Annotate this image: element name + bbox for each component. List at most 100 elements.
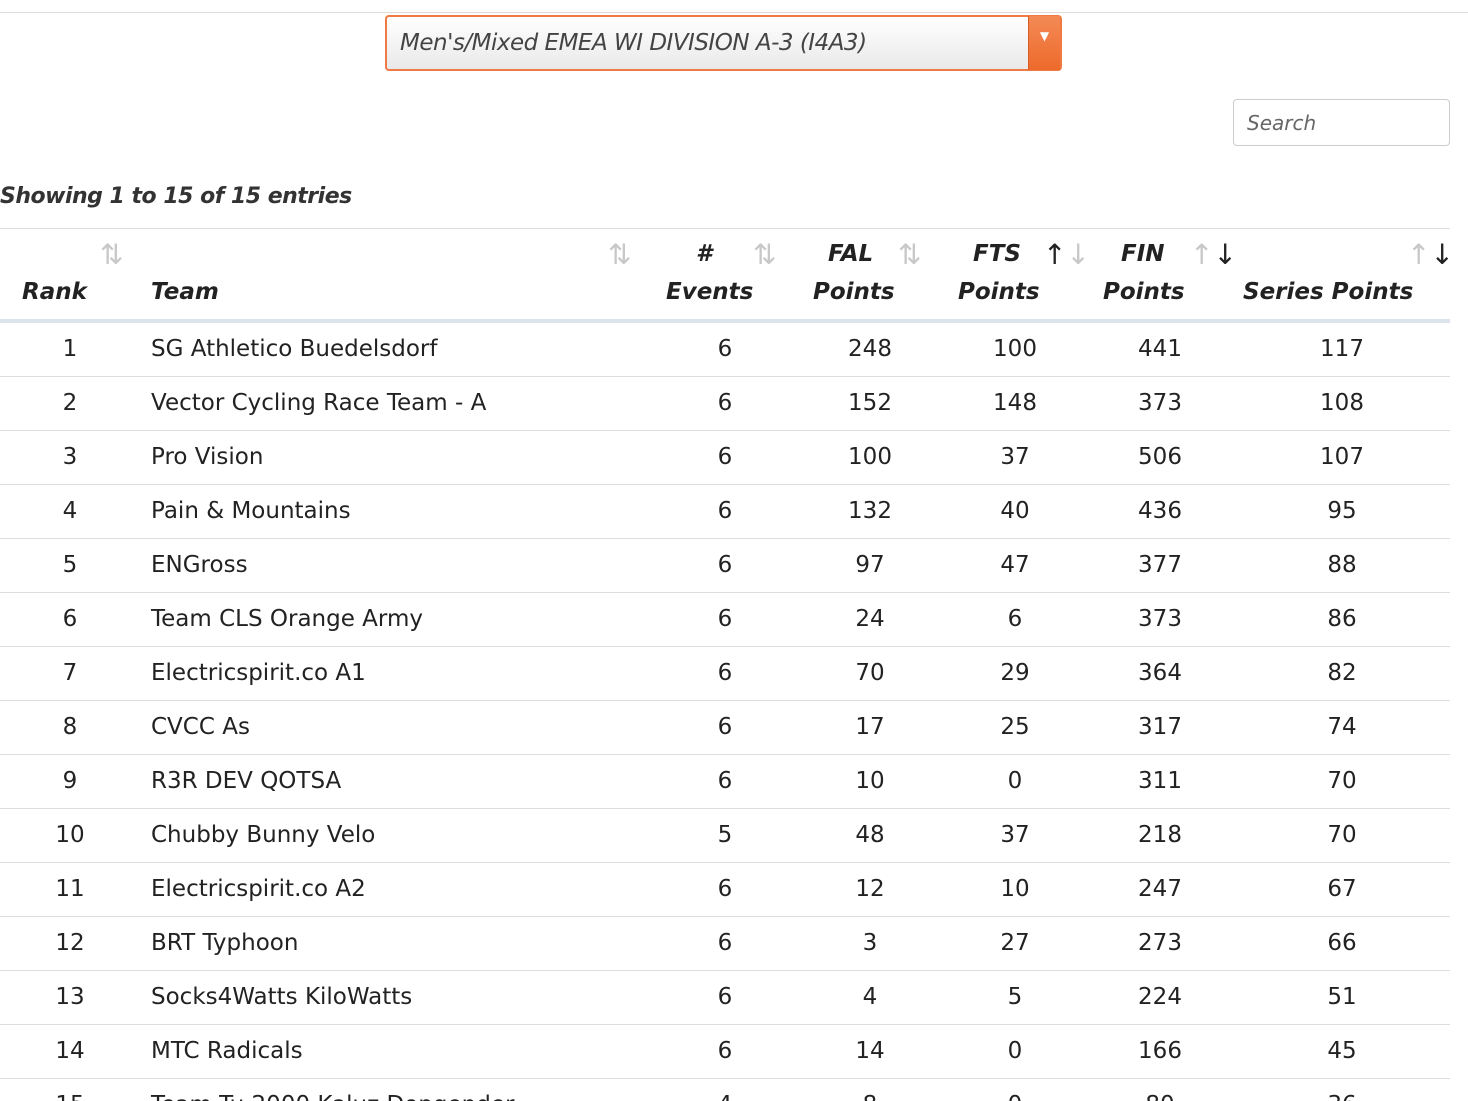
cell-events: 6 xyxy=(717,768,733,794)
cell-rank: 1 xyxy=(62,336,78,362)
column-header-fin-points[interactable]: FIN Points ↑↓ xyxy=(1080,229,1237,319)
cell-fts-points: 29 xyxy=(1000,660,1030,686)
top-divider xyxy=(0,12,1468,13)
cell-events: 6 xyxy=(717,660,733,686)
cell-series-points: 117 xyxy=(1320,336,1364,362)
cell-rank: 4 xyxy=(62,498,78,524)
table-row[interactable]: 13 Socks4Watts KiloWatts 6 4 5 224 51 xyxy=(0,971,1450,1025)
column-label-team: Team xyxy=(151,279,219,305)
sort-desc-icon: ↑↓ xyxy=(1407,237,1454,273)
table-row[interactable]: 3 Pro Vision 6 100 37 506 107 xyxy=(0,431,1450,485)
table-row[interactable]: 5 ENGross 6 97 47 377 88 xyxy=(0,539,1450,593)
column-label-events-line1: # xyxy=(696,241,713,267)
cell-fal-points: 70 xyxy=(855,660,885,686)
table-row[interactable]: 4 Pain & Mountains 6 132 40 436 95 xyxy=(0,485,1450,539)
cell-fin-points: 506 xyxy=(1138,444,1182,470)
column-label-fin-line2: Points xyxy=(1103,279,1185,305)
cell-fal-points: 248 xyxy=(848,336,892,362)
column-label-fts-line1: FTS xyxy=(973,241,1021,267)
cell-fts-points: 148 xyxy=(993,390,1037,416)
cell-rank: 9 xyxy=(62,768,78,794)
cell-team: BRT Typhoon xyxy=(151,930,299,956)
table-row[interactable]: 7 Electricspirit.co A1 6 70 29 364 82 xyxy=(0,647,1450,701)
cell-fal-points: 24 xyxy=(855,606,885,632)
cell-events: 6 xyxy=(717,1038,733,1064)
cell-fts-points: 37 xyxy=(1000,822,1030,848)
cell-rank: 12 xyxy=(55,930,85,956)
cell-series-points: 67 xyxy=(1327,876,1357,902)
column-header-fal-points[interactable]: FAL Points ⇅ xyxy=(790,229,935,319)
column-header-fts-points[interactable]: FTS Points ↑↓ xyxy=(935,229,1090,319)
column-label-fal-line1: FAL xyxy=(828,241,874,267)
sort-unsorted-icon: ⇅ xyxy=(898,238,922,271)
cell-fin-points: 373 xyxy=(1138,390,1182,416)
cell-team: Pro Vision xyxy=(151,444,264,470)
cell-team: Electricspirit.co A1 xyxy=(151,660,366,686)
cell-events: 5 xyxy=(717,822,733,848)
standings-page: Men's/Mixed EMEA WI DIVISION A-3 (I4A3) … xyxy=(0,0,1468,1101)
cell-series-points: 51 xyxy=(1327,984,1357,1010)
cell-fts-points: 37 xyxy=(1000,444,1030,470)
cell-fts-points: 25 xyxy=(1000,714,1030,740)
cell-rank: 5 xyxy=(62,552,78,578)
table-row[interactable]: 15Team Tu 2000 Kaluz Dopgender4808036 xyxy=(0,1079,1450,1101)
sort-unsorted-icon: ⇅ xyxy=(608,238,632,271)
cell-rank: 6 xyxy=(62,606,78,632)
cell-rank: 13 xyxy=(55,984,85,1010)
cell-fts-points: 6 xyxy=(1007,606,1023,632)
arrow-up-icon: ↑ xyxy=(1407,238,1431,271)
column-header-series-points[interactable]: Series Points ↑↓ xyxy=(1230,229,1454,319)
cell-team: SG Athletico Buedelsdorf xyxy=(151,336,438,362)
table-body: 1 SG Athletico Buedelsdorf 6 248 100 441 117 2 V… xyxy=(0,323,1450,1101)
column-header-rank[interactable]: Rank ⇅ xyxy=(0,229,140,319)
cell-fal-points: 152 xyxy=(848,390,892,416)
table-row[interactable]: 11 Electricspirit.co A2 6 12 10 247 67 xyxy=(0,863,1450,917)
cell-events: 6 xyxy=(717,876,733,902)
division-select[interactable]: Men's/Mixed EMEA WI DIVISION A-3 (I4A3) … xyxy=(385,15,1062,71)
table-row[interactable]: 12 BRT Typhoon 6 3 27 273 66 xyxy=(0,917,1450,971)
table-row[interactable]: 14 MTC Radicals 6 14 0 166 45 xyxy=(0,1025,1450,1079)
cell-series-points: 74 xyxy=(1327,714,1357,740)
table-row[interactable]: 6 Team CLS Orange Army 6 24 6 373 86 xyxy=(0,593,1450,647)
cell-fal-points: 12 xyxy=(855,876,885,902)
column-label-fin-line1: FIN xyxy=(1121,241,1165,267)
cell-fin-points: 166 xyxy=(1138,1038,1182,1064)
table-row[interactable]: 2 Vector Cycling Race Team - A 6 152 148 373 1… xyxy=(0,377,1450,431)
cell-events: 6 xyxy=(717,390,733,416)
column-label-series-points: Series Points xyxy=(1243,279,1414,305)
cell-fin-points: 377 xyxy=(1138,552,1182,578)
cell-fin-points: 80 xyxy=(1085,1079,1235,1101)
cell-fts-points: 47 xyxy=(1000,552,1030,578)
cell-series-points: 70 xyxy=(1327,768,1357,794)
cell-events: 6 xyxy=(717,444,733,470)
column-label-rank: Rank xyxy=(22,279,87,305)
column-header-team[interactable]: Team ⇅ xyxy=(140,229,640,319)
dropdown-arrow-button[interactable]: ▼ xyxy=(1028,16,1060,70)
cell-rank: 14 xyxy=(55,1038,85,1064)
cell-fts-points: 0 xyxy=(1007,768,1023,794)
cell-fal-points: 4 xyxy=(862,984,878,1010)
cell-events: 6 xyxy=(717,984,733,1010)
search-input[interactable] xyxy=(1233,99,1450,146)
cell-fal-points: 3 xyxy=(862,930,878,956)
cell-fin-points: 247 xyxy=(1138,876,1182,902)
table-row[interactable]: 9 R3R DEV QOTSA 6 10 0 311 70 xyxy=(0,755,1450,809)
cell-team: Electricspirit.co A2 xyxy=(151,876,366,902)
cell-fts-points: 5 xyxy=(1007,984,1023,1010)
arrow-up-icon: ↑ xyxy=(1043,238,1067,271)
cell-fin-points: 317 xyxy=(1138,714,1182,740)
cell-series-points: 108 xyxy=(1320,390,1364,416)
cell-fts-points: 100 xyxy=(993,336,1037,362)
column-header-events[interactable]: # Events ⇅ xyxy=(640,229,790,319)
cell-team: MTC Radicals xyxy=(151,1038,303,1064)
table-row[interactable]: 10 Chubby Bunny Velo 5 48 37 218 70 xyxy=(0,809,1450,863)
column-label-fts-line2: Points xyxy=(958,279,1040,305)
cell-team: Chubby Bunny Velo xyxy=(151,822,376,848)
cell-series-points: 66 xyxy=(1327,930,1357,956)
cell-fal-points: 48 xyxy=(855,822,885,848)
table-row[interactable]: 1 SG Athletico Buedelsdorf 6 248 100 441 117 xyxy=(0,323,1450,377)
cell-events: 6 xyxy=(717,336,733,362)
cell-series-points: 82 xyxy=(1327,660,1357,686)
cell-fin-points: 364 xyxy=(1138,660,1182,686)
table-row[interactable]: 8 CVCC As 6 17 25 317 74 xyxy=(0,701,1450,755)
